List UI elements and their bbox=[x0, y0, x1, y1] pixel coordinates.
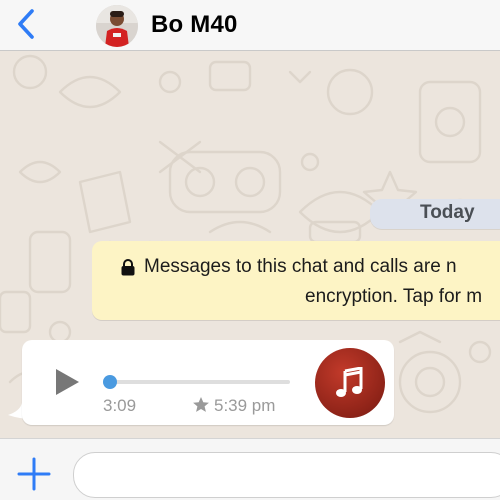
audio-type-badge bbox=[315, 348, 385, 418]
audio-progress-track[interactable] bbox=[110, 380, 290, 384]
play-icon[interactable] bbox=[54, 368, 80, 396]
plus-icon[interactable] bbox=[16, 456, 52, 492]
voice-duration: 3:09 bbox=[103, 396, 137, 415]
message-time: 5:39 pm bbox=[214, 396, 276, 415]
encryption-notice-line1: Messages to this chat and calls are n bbox=[144, 256, 457, 277]
chevron-left-icon bbox=[18, 9, 34, 39]
avatar[interactable] bbox=[96, 5, 138, 47]
star-icon bbox=[193, 397, 209, 412]
chat-header: Bo M40 bbox=[0, 0, 500, 51]
encryption-notice-line2: encryption. Tap for m bbox=[305, 286, 483, 307]
contact-name[interactable]: Bo M40 bbox=[151, 11, 238, 39]
message-input[interactable] bbox=[73, 452, 500, 498]
back-button[interactable] bbox=[8, 4, 44, 44]
date-separator: Today bbox=[370, 199, 500, 229]
audio-scrubber[interactable] bbox=[103, 375, 117, 389]
music-note-icon bbox=[336, 367, 363, 397]
contact-photo bbox=[96, 5, 138, 47]
encryption-notice[interactable]: Messages to this chat and calls are n en… bbox=[92, 241, 500, 320]
lock-icon bbox=[121, 259, 135, 276]
